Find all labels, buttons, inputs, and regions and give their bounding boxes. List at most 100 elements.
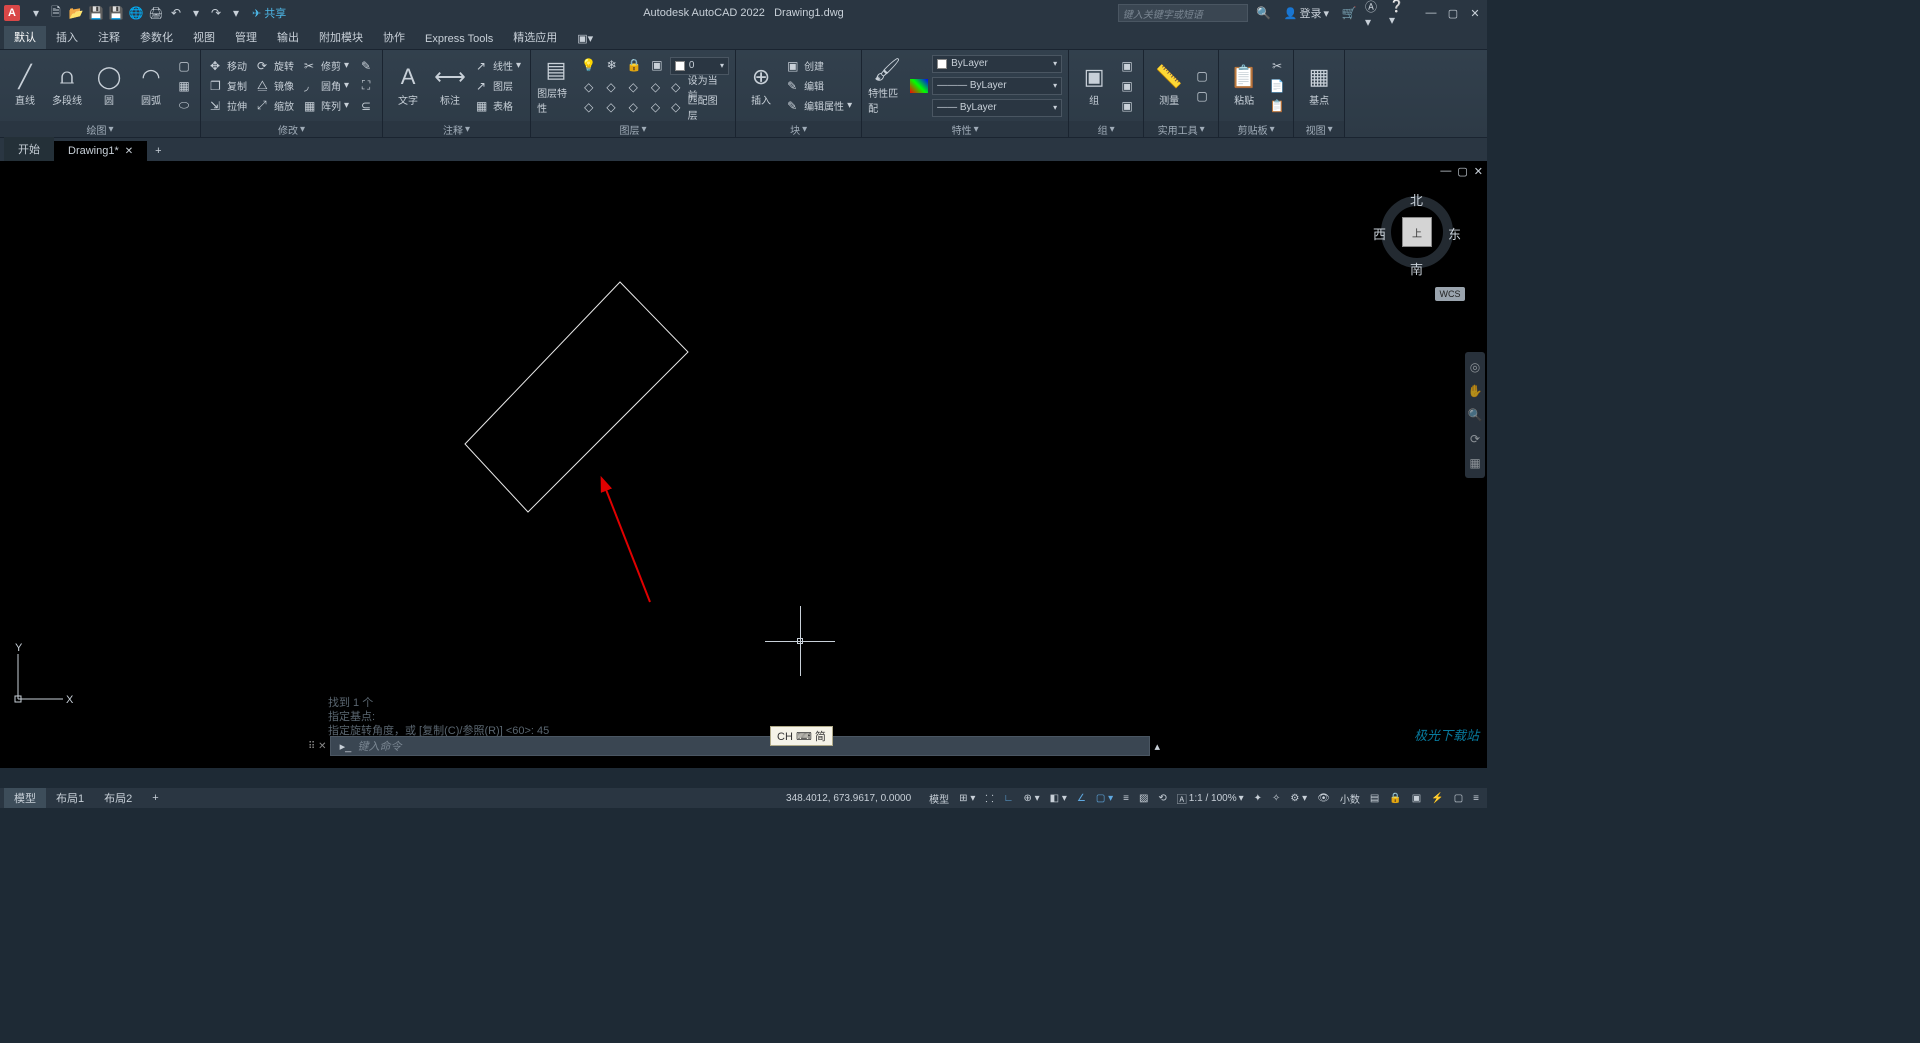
sb-quickprops-icon[interactable]: ▤ [1366,791,1383,806]
sb-transparency-icon[interactable]: ▨ [1135,791,1152,806]
app-icon[interactable]: A [4,5,20,21]
sb-polar-icon[interactable]: ⊕ ▾ [1019,791,1043,806]
leader2-button[interactable]: ↗图层 [473,77,524,95]
sb-isolate-icon[interactable]: ▣ [1408,791,1425,806]
g1-icon[interactable]: ▣ [1117,57,1137,75]
tab-parametric[interactable]: 参数化 [130,25,183,49]
vp-min-icon[interactable]: — [1440,165,1451,178]
tab-collapse-icon[interactable]: ▣▾ [567,28,603,49]
app-switch-icon[interactable]: Ⓐ ▾ [1365,5,1381,21]
sb-units-button[interactable]: 小数 [1336,789,1364,808]
redo-menu-icon[interactable]: ▾ [228,5,244,21]
move-button[interactable]: ✥移动 [207,57,250,75]
circle-button[interactable]: ◯圆 [90,53,128,118]
fillet-button[interactable]: ◞圆角 ▾ [301,77,352,95]
u2-icon[interactable]: ▢ [1192,87,1212,105]
lineweight-dropdown[interactable]: —— ByLayer▾ [932,99,1062,117]
redo-icon[interactable]: ↷ [208,5,224,21]
save-icon[interactable]: 💾 [88,5,104,21]
minimize-icon[interactable]: — [1423,6,1439,20]
color-dropdown[interactable]: ByLayer▾ [932,55,1062,73]
viewcube-north[interactable]: 北 [1410,190,1423,209]
ellipse-icon[interactable]: ⬭ [174,97,194,115]
color-picker-icon[interactable] [910,79,928,93]
sb-snap-icon[interactable]: ⸬ [981,789,997,807]
viewcube-top-face[interactable]: 上 [1402,217,1432,247]
insert-button[interactable]: ⊕插入 [742,53,780,118]
cart-icon[interactable]: 🛒 [1341,5,1357,21]
sb-custom-icon[interactable]: ≡ [1469,791,1483,806]
layer-tool1-icon[interactable]: 💡 [579,56,599,74]
lt3-icon[interactable]: ◇ [624,78,643,96]
paste-button[interactable]: 📋粘贴 [1225,53,1263,118]
lb3-icon[interactable]: ◇ [624,98,643,116]
layer-props-button[interactable]: ▤图层特性 [537,53,575,118]
sb-workspace-icon[interactable]: ⚙ ▾ [1286,791,1311,806]
lb4-icon[interactable]: ◇ [646,98,665,116]
polyline-button[interactable]: ⩍多段线 [48,53,86,118]
sb-otrack-icon[interactable]: ▢ ▾ [1092,791,1117,806]
arc-button[interactable]: ◠圆弧 [132,53,170,118]
search-icon[interactable]: 🔍 [1256,5,1272,21]
file-tab-start[interactable]: 开始 [4,137,54,161]
wcs-badge[interactable]: WCS [1435,287,1465,301]
paste-special-icon[interactable]: 📋 [1267,97,1287,115]
sb-hardware-icon[interactable]: ⚡ [1427,791,1447,806]
linetype-dropdown[interactable]: ——— ByLayer▾ [932,77,1062,95]
measure-button[interactable]: 📏测量 [1150,53,1188,118]
u1-icon[interactable]: ▢ [1192,67,1212,85]
explode-icon[interactable]: ⛶ [356,77,376,95]
tab-output[interactable]: 输出 [267,25,309,49]
sb-grid-icon[interactable]: ⊞ ▾ [955,791,979,806]
vp-max-icon[interactable]: ▢ [1457,165,1467,178]
nav-wheel-icon[interactable]: ◎ [1467,358,1483,376]
undo-icon[interactable]: ↶ [168,5,184,21]
erase-icon[interactable]: ✎ [356,57,376,75]
command-input[interactable]: ▸_ 键入命令 [330,736,1150,756]
nav-orbit-icon[interactable]: ⟳ [1467,430,1483,448]
layout2-tab[interactable]: 布局2 [94,788,142,808]
lt2-icon[interactable]: ◇ [601,78,620,96]
tab-default[interactable]: 默认 [4,25,46,49]
web-open-icon[interactable]: 🌐 [128,5,144,21]
tab-insert[interactable]: 插入 [46,25,88,49]
match-layer-button[interactable]: ◇匹配图层 [668,98,729,116]
drawing-area[interactable]: — ▢ ✕ 上 北 南 东 西 WCS ◎ ✋ 🔍 ⟳ ▦ [0,162,1487,768]
rotate-button[interactable]: ⟳旋转 [254,57,297,75]
open-icon[interactable]: 📂 [68,5,84,21]
saveas-icon[interactable]: 💾 [108,5,124,21]
rectangle-icon[interactable]: ▢ [174,57,194,75]
sb-annovis-icon[interactable]: ✦ [1250,791,1266,806]
trim-button[interactable]: ✂修剪 ▾ [301,57,352,75]
sb-lineweight-icon[interactable]: ≡ [1119,791,1133,806]
edit-attr-button[interactable]: ✎编辑属性 ▾ [784,97,855,115]
login-button[interactable]: 👤 登录 ▾ [1280,3,1333,23]
lt1-icon[interactable]: ◇ [579,78,598,96]
tab-manage[interactable]: 管理 [225,25,267,49]
nav-pan-icon[interactable]: ✋ [1467,382,1483,400]
match-props-button[interactable]: 🖌特性匹配 [868,53,906,118]
sb-monitor-icon[interactable]: 👁 [1313,791,1334,806]
dimension-button[interactable]: ⟷标注 [431,53,469,118]
sb-annoscale-icon[interactable]: 🄰 1:1 / 100% ▾ [1173,789,1248,808]
lb1-icon[interactable]: ◇ [579,98,598,116]
plot-icon[interactable]: 🖨 [148,5,164,21]
group-button[interactable]: ▣组 [1075,53,1113,118]
scale-button[interactable]: ⤢缩放 [254,97,297,115]
sb-cycle-icon[interactable]: ⟲ [1154,791,1170,806]
sb-clean-icon[interactable]: ▢ [1450,791,1467,806]
viewcube-east[interactable]: 东 [1448,224,1461,243]
tab-featured[interactable]: 精选应用 [503,25,567,49]
tab-collaborate[interactable]: 协作 [373,25,415,49]
sb-lock-icon[interactable]: 🔒 [1385,791,1405,806]
qat-menu-icon[interactable]: ▾ [28,5,44,21]
nav-showm-icon[interactable]: ▦ [1467,454,1483,472]
layout1-tab[interactable]: 布局1 [46,788,94,808]
array-button[interactable]: ▦阵列 ▾ [301,97,352,115]
sb-annoauto-icon[interactable]: ✧ [1268,791,1284,806]
file-tab-drawing[interactable]: Drawing1*✕ [54,141,147,161]
g2-icon[interactable]: ▣ [1117,77,1137,95]
viewcube-west[interactable]: 西 [1373,224,1386,243]
cmd-recent-icon[interactable]: ▴ [1154,740,1160,753]
edit-block-button[interactable]: ✎编辑 [784,77,855,95]
